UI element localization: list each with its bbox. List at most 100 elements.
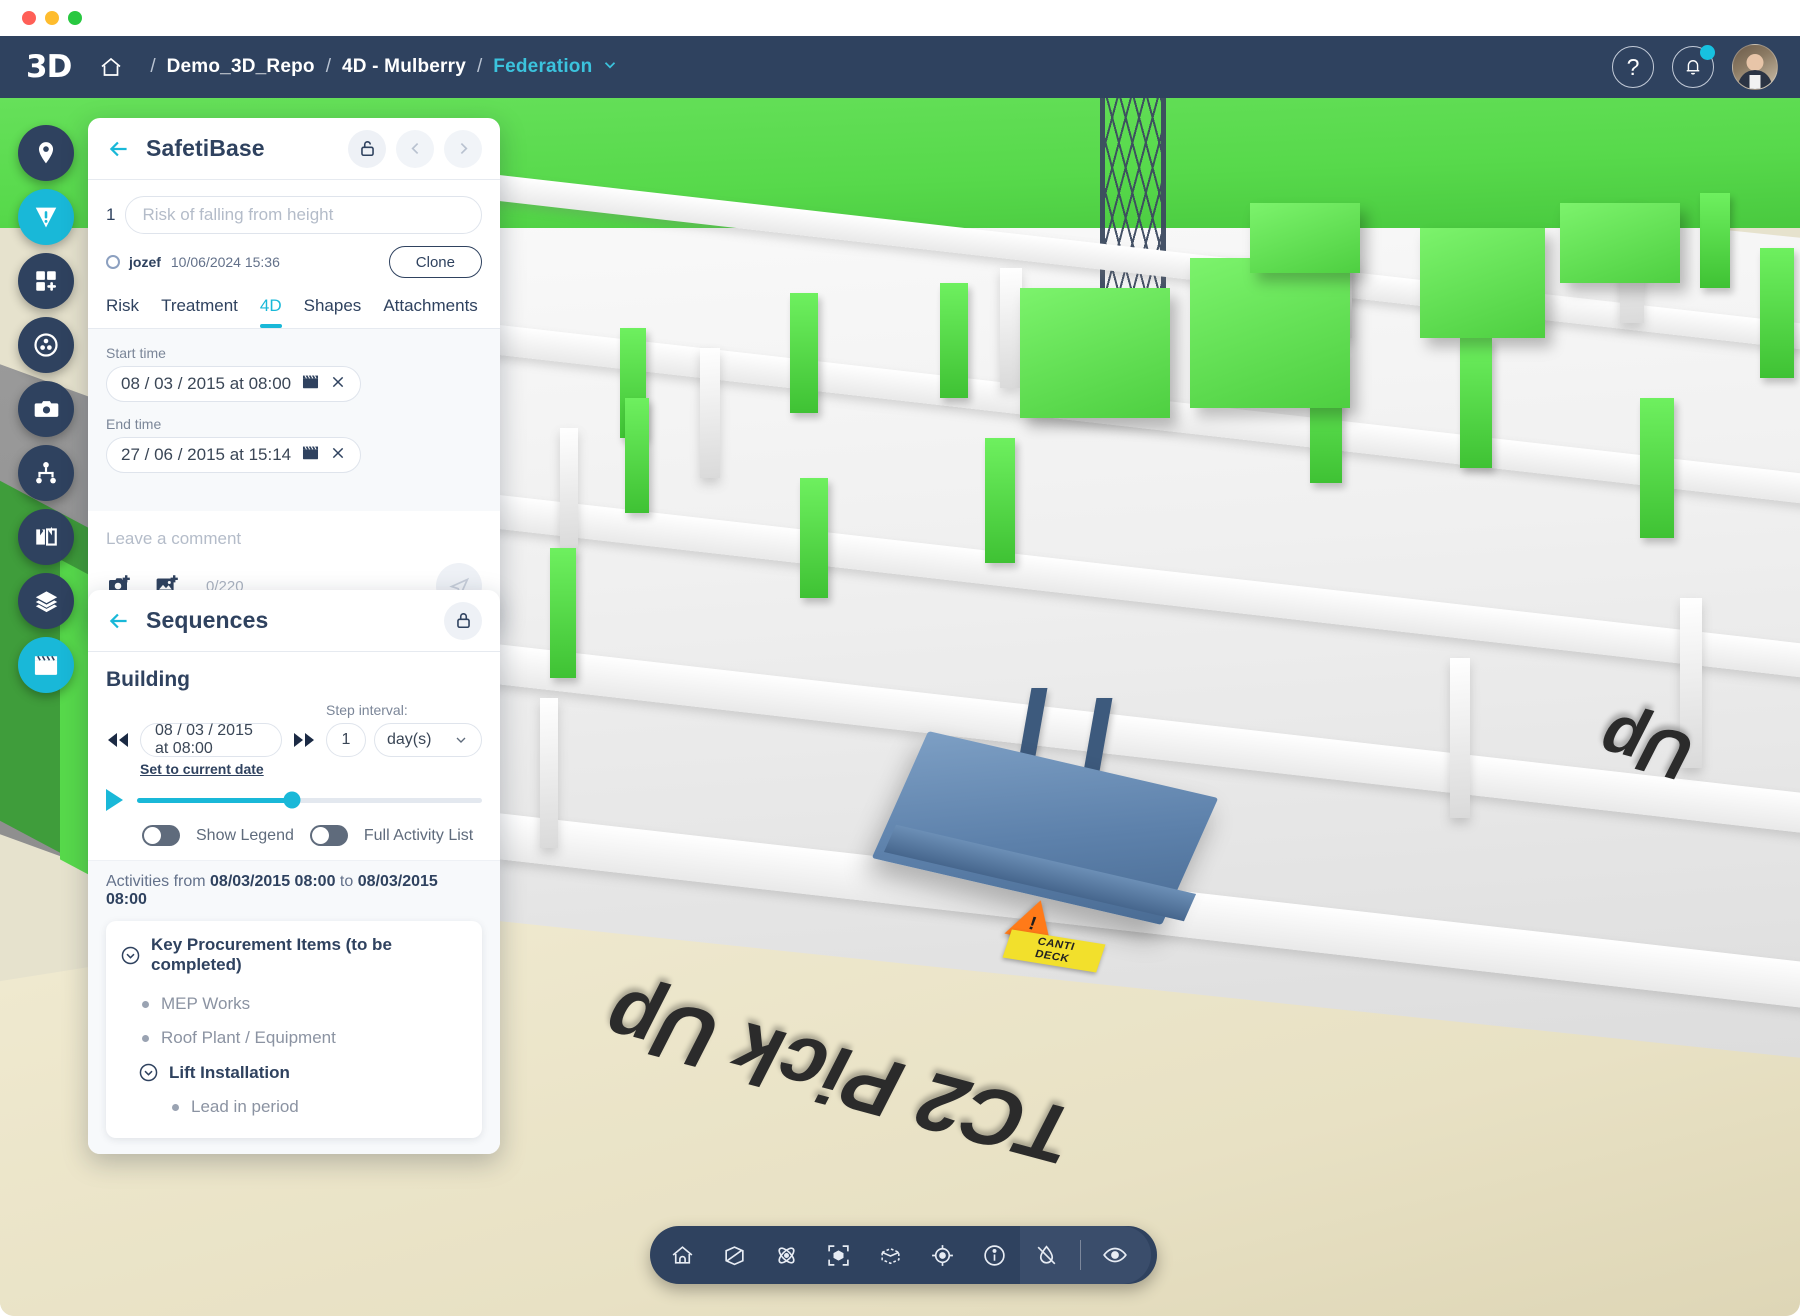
sidebar-item-layers[interactable] bbox=[18, 573, 74, 629]
close-x-icon[interactable] bbox=[330, 374, 346, 395]
breadcrumb-item-1[interactable]: 4D - Mulberry bbox=[342, 56, 466, 78]
comment-placeholder: Leave a comment bbox=[106, 529, 242, 548]
step-value-input[interactable]: 1 bbox=[326, 723, 366, 757]
toolbar-divider bbox=[1080, 1240, 1081, 1270]
green-panel bbox=[1250, 203, 1360, 273]
tab-shapes[interactable]: Shapes bbox=[304, 292, 362, 328]
measure-button[interactable] bbox=[708, 1229, 760, 1281]
ticket-meta-row: jozef 10/06/2024 15:36 Clone bbox=[88, 240, 500, 292]
close-window-button[interactable] bbox=[22, 11, 36, 25]
start-time-label: Start time bbox=[106, 345, 166, 361]
bullet-icon bbox=[172, 1103, 179, 1111]
play-icon[interactable] bbox=[106, 789, 123, 811]
home-view-button[interactable] bbox=[656, 1229, 708, 1281]
visibility-button[interactable] bbox=[1089, 1229, 1141, 1281]
chevron-circle-down-icon[interactable] bbox=[138, 1062, 159, 1083]
current-date-field[interactable]: 08 / 03 / 2015 at 08:00 bbox=[140, 722, 282, 757]
chevron-left-icon[interactable] bbox=[396, 129, 434, 168]
sidebar-item-tree[interactable] bbox=[18, 445, 74, 501]
list-item[interactable]: Lead in period bbox=[120, 1090, 468, 1124]
green-panel bbox=[1420, 228, 1545, 338]
chevron-circle-down-icon[interactable] bbox=[120, 945, 141, 966]
clip-button[interactable] bbox=[864, 1229, 916, 1281]
full-activity-list-label: Full Activity List bbox=[363, 826, 474, 844]
sidebar-item-safetibase[interactable] bbox=[18, 189, 74, 245]
sequences-header-actions bbox=[444, 601, 482, 640]
back-arrow-icon[interactable] bbox=[106, 608, 132, 634]
close-x-icon[interactable] bbox=[330, 445, 346, 466]
activity-group[interactable]: Key Procurement Items (to be completed) bbox=[120, 935, 468, 975]
green-column bbox=[940, 283, 968, 398]
help-button[interactable]: ? bbox=[1612, 46, 1654, 88]
rewind-icon[interactable] bbox=[106, 731, 130, 757]
panel-title: SafetiBase bbox=[146, 135, 265, 161]
set-to-current-date-link[interactable]: Set to current date bbox=[88, 757, 500, 777]
info-button[interactable] bbox=[968, 1229, 1020, 1281]
notifications-button[interactable] bbox=[1672, 45, 1715, 88]
activity-group[interactable]: Lift Installation bbox=[120, 1055, 468, 1090]
fast-forward-icon[interactable] bbox=[292, 731, 316, 757]
coordinates-button[interactable] bbox=[916, 1229, 968, 1281]
locked-padlock-icon[interactable] bbox=[444, 601, 482, 640]
back-arrow-icon[interactable] bbox=[106, 136, 132, 162]
end-time-value: 27 / 06 / 2015 at 15:14 bbox=[121, 445, 292, 464]
orbit-button[interactable] bbox=[760, 1229, 812, 1281]
show-legend-toggle[interactable] bbox=[142, 825, 180, 846]
step-unit-select[interactable]: day(s) bbox=[374, 723, 482, 757]
sidebar-item-issues[interactable] bbox=[18, 125, 74, 181]
viewer-toolbar bbox=[650, 1226, 1157, 1284]
timeline-slider[interactable] bbox=[137, 791, 482, 809]
clapperboard-icon[interactable] bbox=[301, 443, 320, 467]
hide-drops-button[interactable] bbox=[1020, 1229, 1072, 1281]
sidebar-item-sequences[interactable] bbox=[18, 637, 74, 693]
tab-treatment[interactable]: Treatment bbox=[161, 292, 238, 328]
maximize-window-button[interactable] bbox=[68, 11, 82, 25]
focus-button[interactable] bbox=[812, 1229, 864, 1281]
breadcrumb-separator: / bbox=[477, 56, 483, 77]
breadcrumb-separator: / bbox=[325, 56, 331, 77]
ticket-title-placeholder: Risk of falling from height bbox=[142, 205, 334, 224]
sequence-name: Building bbox=[106, 668, 190, 691]
sidebar-item-compare[interactable] bbox=[18, 509, 74, 565]
timeline-handle[interactable] bbox=[283, 791, 301, 809]
status-circle-icon bbox=[106, 255, 120, 269]
start-time-field[interactable]: 08 / 03 / 2015 at 08:00 bbox=[106, 366, 362, 402]
wall-element bbox=[1000, 268, 1022, 388]
step-interval-group: Step interval: 1 day(s) bbox=[326, 702, 482, 757]
tab-4d[interactable]: 4D bbox=[259, 292, 282, 328]
breadcrumb-separator: / bbox=[150, 56, 156, 77]
window-titlebar bbox=[0, 0, 1800, 36]
home-icon[interactable] bbox=[99, 55, 123, 79]
list-item[interactable]: Roof Plant / Equipment bbox=[120, 1021, 468, 1055]
tab-risk[interactable]: Risk bbox=[106, 292, 139, 328]
comment-area[interactable]: Leave a comment bbox=[88, 511, 500, 549]
green-column bbox=[625, 398, 649, 513]
green-column bbox=[800, 478, 828, 598]
activities-prefix: Activities from bbox=[106, 873, 211, 890]
chevron-right-icon[interactable] bbox=[444, 129, 482, 168]
tab-attachments[interactable]: Attachments bbox=[383, 292, 478, 328]
breadcrumb-item-0[interactable]: Demo_3D_Repo bbox=[167, 56, 315, 78]
step-unit-value: day(s) bbox=[387, 731, 432, 748]
breadcrumb-item-2[interactable]: Federation bbox=[493, 56, 592, 78]
clapperboard-icon[interactable] bbox=[301, 372, 320, 396]
ticket-number: 1 bbox=[106, 205, 116, 224]
sidebar-item-views[interactable] bbox=[18, 381, 74, 437]
sidebar-item-groups[interactable] bbox=[18, 253, 74, 309]
ticket-title-input[interactable]: Risk of falling from height bbox=[125, 196, 482, 234]
green-panel bbox=[1560, 203, 1680, 283]
avatar[interactable] bbox=[1732, 44, 1778, 90]
ticket-author: jozef bbox=[129, 254, 161, 270]
end-time-field[interactable]: 27 / 06 / 2015 at 15:14 bbox=[106, 437, 362, 473]
start-time-value: 08 / 03 / 2015 at 08:00 bbox=[121, 374, 292, 393]
app-logo[interactable]: 3D bbox=[26, 49, 72, 85]
sidebar-item-risks[interactable] bbox=[18, 317, 74, 373]
full-activity-list-toggle[interactable] bbox=[309, 825, 348, 846]
clone-button[interactable]: Clone bbox=[388, 246, 482, 278]
green-column bbox=[1760, 248, 1794, 378]
minimize-window-button[interactable] bbox=[45, 11, 59, 25]
chevron-down-icon[interactable] bbox=[601, 56, 619, 79]
list-item[interactable]: MEP Works bbox=[120, 987, 468, 1021]
activity-group-label: Lift Installation bbox=[169, 1062, 290, 1082]
unlocked-padlock-icon[interactable] bbox=[348, 129, 386, 168]
